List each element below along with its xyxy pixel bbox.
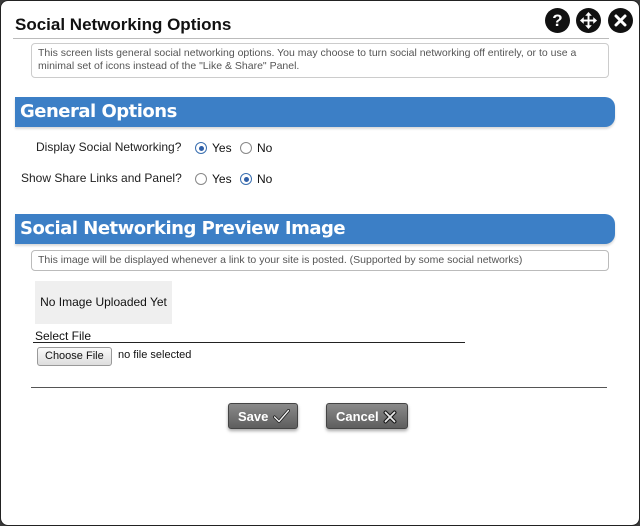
preview-image-header: Social Networking Preview Image [15,214,615,244]
footer-divider [31,387,607,388]
display-social-yes-label: Yes [212,141,232,155]
cancel-button-label: Cancel [336,409,379,424]
dialog-title: Social Networking Options [15,15,232,34]
select-file-label: Select File [35,329,92,343]
image-placeholder: No Image Uploaded Yet [35,281,172,324]
help-glyph: ? [552,11,563,30]
general-options-header: General Options [15,97,615,127]
display-social-label: Display Social Networking? [36,140,182,154]
social-networking-dialog: Social Networking Options ? This screen … [0,0,640,526]
display-social-no-label: No [257,141,273,155]
preview-image-hint: This image will be displayed whenever a … [31,250,609,271]
select-file-underline [33,342,465,343]
share-links-yes-radio[interactable] [195,173,207,185]
title-divider [13,38,609,39]
checkmark-icon [273,409,290,423]
display-social-yes-radio[interactable] [195,142,207,154]
display-social-no-radio[interactable] [240,142,252,154]
choose-file-button[interactable]: Choose File [37,347,112,366]
share-links-no-label: No [257,172,273,186]
close-x-glyph [614,14,627,27]
description-box: This screen lists general social network… [31,43,609,78]
share-links-label: Show Share Links and Panel? [21,171,182,185]
save-button-label: Save [238,409,269,424]
cancel-button[interactable]: Cancel [326,403,408,429]
move-arrows-glyph [579,11,598,30]
dialog-titlebar: Social Networking Options ? [1,1,639,41]
x-icon [383,410,397,424]
file-status-text: no file selected [118,349,192,361]
share-links-no-radio[interactable] [240,173,252,185]
move-icon[interactable] [576,8,601,33]
close-icon[interactable] [608,8,633,33]
share-links-yes-label: Yes [212,172,232,186]
save-button[interactable]: Save [228,403,298,429]
help-icon[interactable]: ? [545,8,570,33]
